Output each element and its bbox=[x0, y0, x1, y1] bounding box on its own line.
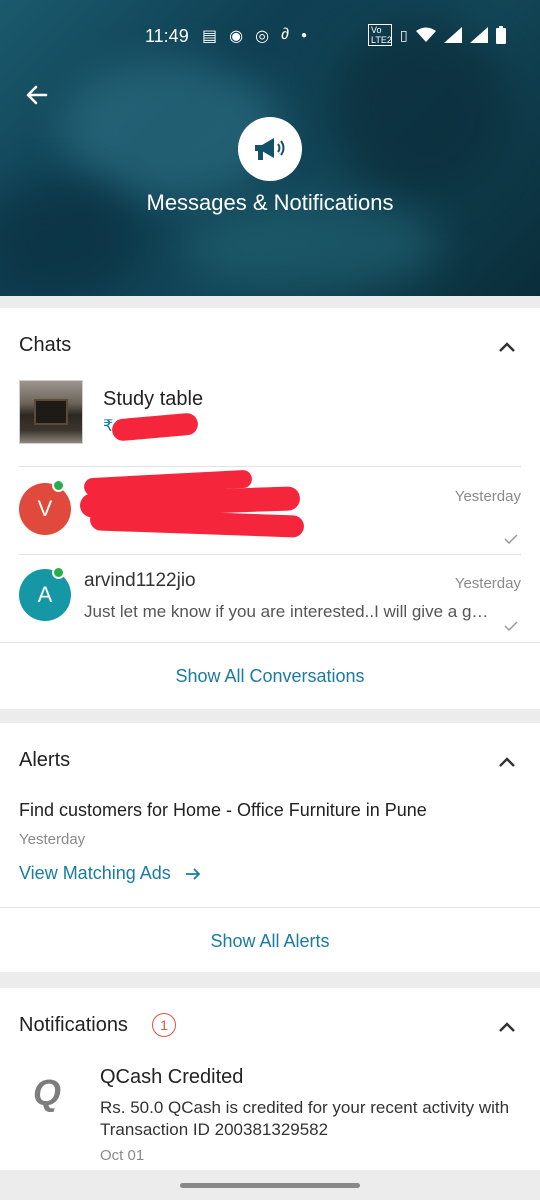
dot-icon: ● bbox=[300, 30, 308, 41]
check-icon bbox=[504, 534, 518, 544]
show-all-alerts-link[interactable]: Show All Alerts bbox=[0, 931, 540, 952]
alert-time: Yesterday bbox=[19, 831, 86, 848]
notifications-card: Notifications 1 bbox=[0, 988, 540, 1170]
redaction bbox=[111, 412, 199, 442]
redaction bbox=[89, 508, 305, 538]
chat-message: Just let me know if you are interested..… bbox=[84, 602, 494, 621]
ad-title[interactable]: Study table bbox=[103, 388, 203, 411]
check-icon bbox=[504, 621, 518, 631]
news-icon: ▤ bbox=[202, 28, 218, 45]
chevron-up-icon[interactable] bbox=[498, 341, 516, 353]
arrow-right-icon bbox=[185, 867, 201, 880]
chevron-up-icon[interactable] bbox=[498, 1021, 516, 1033]
alerts-card: Alerts Find customers for Home - Office … bbox=[0, 723, 540, 972]
link-icon: ∂ bbox=[281, 26, 289, 43]
chats-card: Chats Study table ₹ V Yesterday A arvind… bbox=[0, 308, 540, 709]
avatar: V bbox=[19, 483, 71, 535]
chat-name: arvind1122jio bbox=[84, 570, 196, 591]
battery-icon bbox=[495, 26, 506, 44]
app2-icon: ◎ bbox=[255, 28, 270, 45]
status-bar: 11:49 ▤ ◉ ◎ ∂ ● Vo LTE2 ▯ bbox=[0, 22, 540, 50]
view-matching-ads-label: View Matching Ads bbox=[19, 863, 171, 883]
show-all-conversations-link[interactable]: Show All Conversations bbox=[0, 666, 540, 687]
notifications-title: Notifications bbox=[19, 1014, 128, 1036]
qcash-logo-icon: Q bbox=[33, 1072, 62, 1113]
ad-thumbnail[interactable] bbox=[19, 380, 83, 444]
megaphone-icon-circle bbox=[238, 117, 302, 181]
signal2-icon bbox=[469, 27, 488, 43]
home-handle[interactable] bbox=[180, 1183, 360, 1188]
chat-time: Yesterday bbox=[454, 488, 521, 505]
chevron-up-icon[interactable] bbox=[498, 756, 516, 768]
online-indicator bbox=[52, 566, 65, 579]
notification-count-badge: 1 bbox=[152, 1013, 176, 1037]
wifi-icon bbox=[415, 27, 436, 42]
view-matching-ads-link[interactable]: View Matching Ads bbox=[19, 863, 201, 884]
navigation-bar bbox=[0, 1170, 540, 1200]
signal-icon bbox=[443, 27, 462, 43]
status-time: 11:49 bbox=[145, 26, 189, 46]
megaphone-icon bbox=[255, 138, 285, 160]
header-banner: 11:49 ▤ ◉ ◎ ∂ ● Vo LTE2 ▯ Messages & Not… bbox=[0, 0, 540, 296]
online-indicator bbox=[52, 479, 65, 492]
alert-text[interactable]: Find customers for Home - Office Furnitu… bbox=[19, 800, 427, 821]
alerts-title: Alerts bbox=[19, 749, 71, 771]
notification-body: Rs. 50.0 QCash is credited for your rece… bbox=[100, 1098, 510, 1139]
notification-title: QCash Credited bbox=[100, 1066, 244, 1088]
volte-icon: Vo LTE2 bbox=[368, 24, 392, 46]
app-icon: ◉ bbox=[229, 28, 244, 45]
vibrate-icon: ▯ bbox=[400, 26, 408, 43]
page-title: Messages & Notifications bbox=[146, 190, 394, 215]
back-arrow-icon[interactable] bbox=[22, 80, 52, 110]
notification-date: Oct 01 bbox=[100, 1147, 145, 1164]
chat-time: Yesterday bbox=[454, 575, 521, 592]
chats-title: Chats bbox=[19, 334, 72, 356]
